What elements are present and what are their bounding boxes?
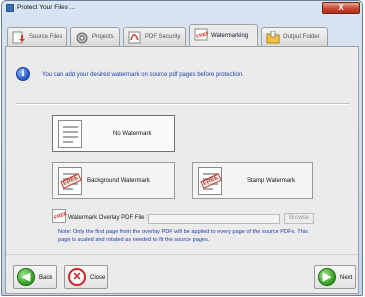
- app-icon: [6, 4, 14, 12]
- projects-icon: [76, 32, 88, 44]
- tab-label: Output Folder: [283, 34, 320, 40]
- back-arrow-icon: ◀: [17, 268, 35, 286]
- app-window: Protect Your Files ... X Source Files Pr…: [1, 0, 363, 296]
- next-button[interactable]: ▶ Next: [314, 265, 356, 289]
- output-folder-icon: [266, 31, 280, 44]
- tab-label: PDF Security: [145, 34, 181, 40]
- stamp-watermark-button[interactable]: FREE Stamp Watermark: [192, 162, 313, 199]
- overlay-note: Note: Only the first page from the overl…: [58, 229, 308, 243]
- option-label: No Watermark: [113, 131, 152, 137]
- next-arrow-icon: ▶: [318, 268, 336, 286]
- window-title: Protect Your Files ...: [17, 4, 76, 11]
- browse-button[interactable]: Browse: [284, 213, 314, 224]
- tab-pdf-security[interactable]: PDF Security: [123, 27, 186, 46]
- source-files-icon: [12, 31, 25, 44]
- pdf-security-icon: [128, 31, 141, 44]
- wizard-footer: ◀ Back ✕ Close ▶ Next: [6, 254, 358, 294]
- watermarking-icon: FREE: [194, 28, 208, 41]
- tab-label: Source Files: [29, 34, 63, 40]
- back-button[interactable]: ◀ Back: [13, 265, 57, 289]
- background-watermark-icon: FREE: [58, 167, 82, 195]
- tab-projects[interactable]: Projects: [70, 27, 120, 46]
- watermarking-panel: i You can add your desired watermark on …: [5, 46, 359, 294]
- background-watermark-button[interactable]: FREE Background Watermark: [52, 162, 175, 199]
- option-label: Stamp Watermark: [247, 178, 296, 184]
- overlay-pdf-icon: FREE: [52, 209, 68, 223]
- plain-document-icon: [58, 120, 82, 148]
- separator: [16, 103, 350, 105]
- info-text: You can add your desired watermark on so…: [42, 72, 244, 78]
- next-label: Next: [340, 275, 353, 281]
- close-label: Close: [90, 275, 106, 281]
- tab-label: Projects: [92, 34, 114, 40]
- overlay-file-label: Watermark Overlay PDF File :: [68, 215, 148, 221]
- tab-label: Watermarking: [211, 33, 249, 39]
- overlay-file-input[interactable]: [148, 214, 280, 224]
- tab-watermarking[interactable]: FREE Watermarking: [189, 24, 258, 47]
- tab-bar: Source Files Projects PDF Security FREE …: [5, 24, 359, 47]
- tab-output-folder[interactable]: Output Folder: [261, 27, 328, 46]
- window-close-button[interactable]: X: [322, 2, 360, 14]
- option-label: Background Watermark: [87, 178, 150, 184]
- info-icon: i: [16, 67, 30, 81]
- no-watermark-button[interactable]: No Watermark: [52, 115, 175, 152]
- tab-source-files[interactable]: Source Files: [7, 27, 67, 46]
- stamp-watermark-icon: FREE: [198, 167, 222, 195]
- back-label: Back: [39, 275, 53, 281]
- close-button[interactable]: ✕ Close: [64, 265, 108, 289]
- close-icon: ✕: [68, 268, 86, 286]
- title-bar: Protect Your Files ... X: [2, 1, 362, 16]
